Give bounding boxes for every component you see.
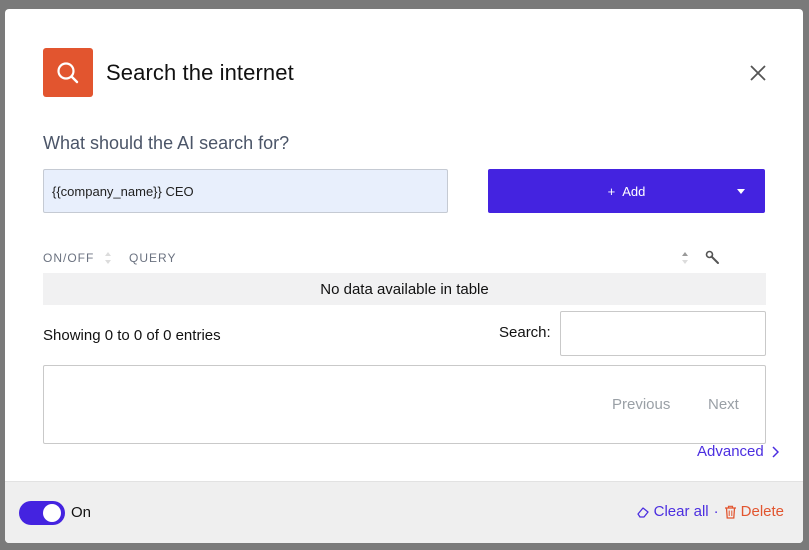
sort-icon[interactable] — [104, 251, 112, 265]
search-label: Search: — [499, 324, 551, 341]
next-button[interactable]: Next — [708, 396, 739, 413]
on-off-toggle[interactable] — [19, 501, 65, 525]
trash-icon — [724, 505, 736, 519]
pagination: Previous Next — [43, 365, 766, 444]
advanced-link[interactable]: Advanced — [697, 443, 779, 460]
plus-icon: + — [607, 183, 616, 199]
previous-button[interactable]: Previous — [612, 396, 670, 413]
delete-label: Delete — [740, 503, 784, 520]
column-header-onoff[interactable]: ON/OFF — [43, 251, 94, 265]
query-input[interactable] — [43, 169, 448, 213]
modal-footer: On Clear all · Delete — [5, 481, 803, 543]
toggle-label: On — [71, 504, 92, 521]
delete-button[interactable]: Delete — [724, 503, 784, 520]
add-query-button[interactable]: + Add — [488, 169, 765, 213]
chevron-down-icon[interactable] — [737, 189, 745, 194]
modal-title: Search the internet — [106, 60, 294, 85]
wrench-icon[interactable] — [705, 250, 721, 266]
clear-all-label: Clear all — [653, 503, 709, 520]
toggle-knob — [43, 504, 61, 522]
search-question-label: What should the AI search for? — [43, 133, 290, 153]
clear-all-button[interactable]: Clear all — [636, 503, 709, 520]
table-info: Showing 0 to 0 of 0 entries — [43, 327, 221, 344]
eraser-icon — [636, 506, 649, 518]
table-empty-row: No data available in table — [43, 273, 766, 305]
table-search-input[interactable] — [560, 311, 766, 356]
search-icon — [43, 48, 93, 97]
add-button-label: Add — [622, 183, 646, 199]
advanced-label: Advanced — [697, 443, 764, 460]
separator: · — [713, 503, 719, 520]
search-internet-modal: Search the internet What should the AI s… — [5, 9, 803, 543]
footer-actions: Clear all · Delete — [636, 503, 784, 520]
chevron-right-icon — [772, 445, 779, 458]
close-icon[interactable] — [748, 63, 768, 83]
sort-ascending-icon[interactable] — [681, 251, 689, 265]
column-header-query[interactable]: QUERY — [129, 251, 176, 265]
